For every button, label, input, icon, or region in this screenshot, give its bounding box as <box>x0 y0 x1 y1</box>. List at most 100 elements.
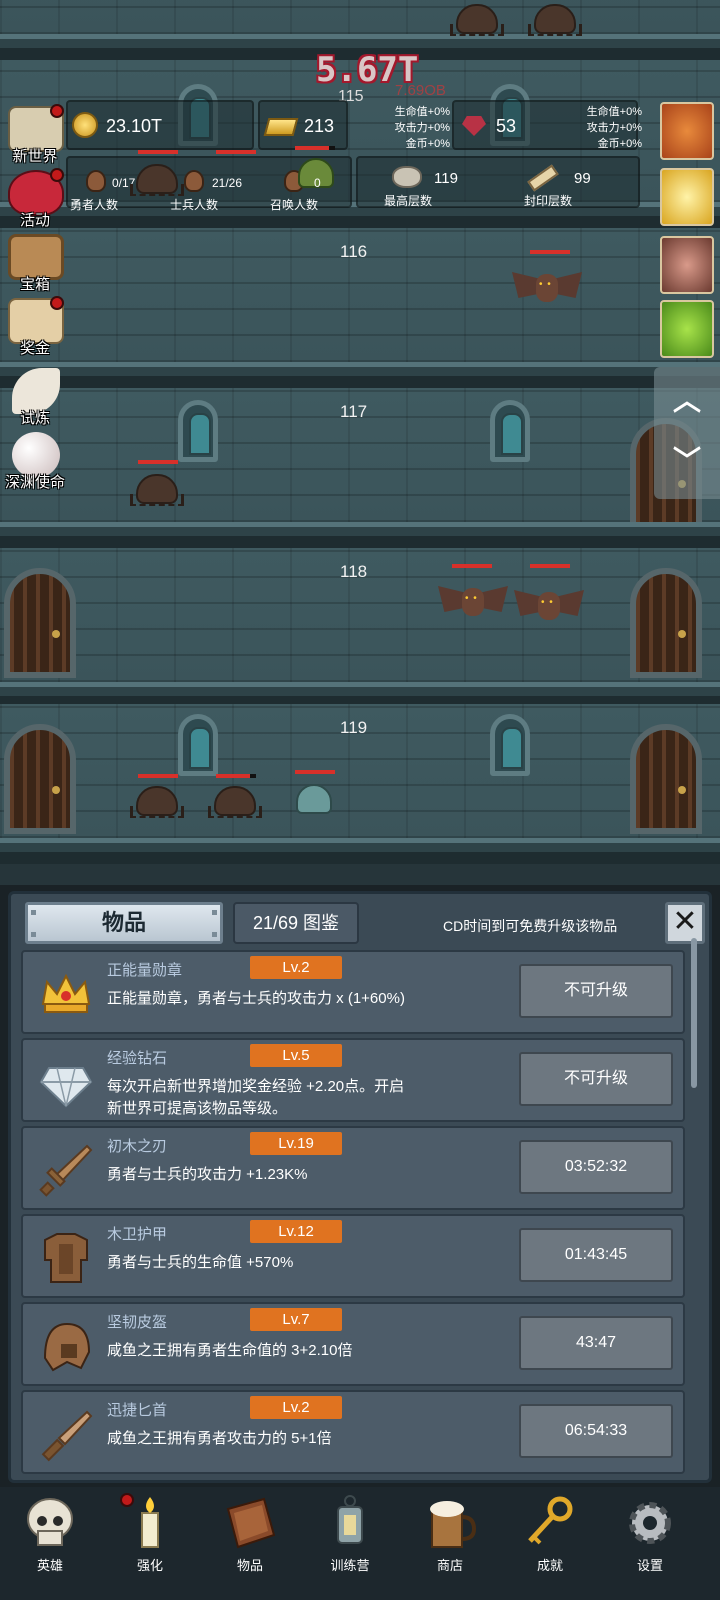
item-desc: 正能量勋章，勇者与士兵的攻击力 x (1+60%) <box>107 990 405 1007</box>
upgrade-timer-button[interactable]: 01:43:45 <box>519 1228 673 1282</box>
book-icon <box>220 1495 280 1551</box>
bonus-gold: 金币+0% <box>597 138 642 150</box>
list-scrollbar[interactable] <box>691 938 697 1088</box>
item-name: 坚韧皮盔 <box>107 1314 168 1331</box>
spider-monster[interactable] <box>208 786 262 818</box>
skull-icon <box>20 1495 80 1551</box>
floor-number: 118 <box>340 562 368 581</box>
bonus-gold: 金币+0% <box>405 138 450 150</box>
item-desc: 咸鱼之王拥有勇者攻击力的 5+1倍 <box>107 1430 332 1447</box>
crown-medal-icon <box>37 966 95 1022</box>
gear-icon <box>620 1495 680 1551</box>
armor-icon <box>37 1230 95 1286</box>
slime-monster[interactable] <box>296 784 332 814</box>
rivet <box>212 910 217 915</box>
nav-items[interactable]: 物品 <box>200 1487 300 1600</box>
level-badge: Lv.12 <box>250 1220 342 1243</box>
floor-116: 116 <box>0 228 720 388</box>
level-badge: Lv.5 <box>250 1044 342 1067</box>
spider-monster[interactable] <box>130 164 184 196</box>
codex-button[interactable]: 21/69 图鉴 <box>233 902 359 944</box>
notification-dot <box>120 1493 134 1507</box>
candle-buff-button[interactable] <box>660 168 714 226</box>
side-label: 新世界 <box>12 148 58 165</box>
soldiers-count: 21/26 <box>212 176 243 190</box>
nav-heroes[interactable]: 英雄 <box>0 1487 100 1600</box>
gem-value: 53 <box>496 116 517 136</box>
nav-settings[interactable]: 设置 <box>600 1487 700 1600</box>
nav-achievements[interactable]: 成就 <box>500 1487 600 1600</box>
soldiers-label: 士兵人数 <box>170 198 219 212</box>
floor-ledge <box>0 838 720 864</box>
meat-buff-button[interactable] <box>660 236 714 294</box>
side-btn-new-world[interactable]: 新世界 <box>2 104 68 166</box>
side-label: 试炼 <box>19 410 50 427</box>
bonus-atk: 攻击力+0% <box>586 122 642 134</box>
upgrade-timer-button[interactable]: 43:47 <box>519 1316 673 1370</box>
floor-number: 117 <box>340 402 368 421</box>
side-btn-abyss[interactable]: 深渊使命 <box>2 430 68 492</box>
enemy-hp-bar <box>138 460 178 464</box>
dagger-icon <box>37 1406 95 1462</box>
soldier-icon <box>184 170 204 192</box>
wooden-sword-icon <box>37 1142 95 1198</box>
rivet <box>31 932 36 937</box>
side-btn-activity[interactable]: 活动 <box>2 168 68 230</box>
level-badge: Lv.2 <box>250 1396 342 1419</box>
chevron-down-icon[interactable]: ﹀ <box>654 439 720 479</box>
side-btn-trial[interactable]: 试炼 <box>2 366 68 428</box>
floor-117: 117 <box>0 388 720 548</box>
item-name: 经验钻石 <box>107 1050 168 1067</box>
gold-value: 23.10T <box>106 116 163 136</box>
item-row: 坚韧皮盔 Lv.7 咸鱼之王拥有勇者生命值的 3+2.10倍 43:47 <box>21 1302 685 1386</box>
window <box>490 714 530 776</box>
upgrade-timer-button[interactable]: 03:52:32 <box>519 1140 673 1194</box>
enemy-hp-bar <box>138 150 178 154</box>
level-badge: Lv.19 <box>250 1132 342 1155</box>
nav-shop[interactable]: 商店 <box>400 1487 500 1600</box>
bonus-hp: 生命值+0% <box>394 106 450 118</box>
close-icon[interactable]: ✕ <box>665 902 705 944</box>
spider-monster[interactable] <box>450 4 504 36</box>
spider-monster[interactable] <box>130 474 184 506</box>
nav-label: 商店 <box>436 1558 463 1573</box>
bat-monster[interactable] <box>438 582 508 624</box>
nav-label: 强化 <box>136 1558 163 1573</box>
window <box>178 400 218 462</box>
item-list[interactable]: 正能量勋章 Lv.2 正能量勋章，勇者与士兵的攻击力 x (1+60%) 不可升… <box>21 950 685 1480</box>
pumpkin-buff-button[interactable] <box>660 102 714 160</box>
bonus-stats-right: 生命值+0% 攻击力+0% 金币+0% <box>572 104 642 152</box>
item-desc: 勇者与士兵的攻击力 +1.23K% <box>107 1166 308 1183</box>
door <box>4 568 76 678</box>
bat-monster[interactable] <box>514 586 584 628</box>
upgrade-timer-button[interactable]: 06:54:33 <box>519 1404 673 1458</box>
nav-enhance[interactable]: 强化 <box>100 1487 200 1600</box>
item-row: 初木之刃 Lv.19 勇者与士兵的攻击力 +1.23K% 03:52:32 <box>21 1126 685 1210</box>
side-label: 宝箱 <box>19 276 50 293</box>
item-row: 迅捷匕首 Lv.2 咸鱼之王拥有勇者攻击力的 5+1倍 06:54:33 <box>21 1390 685 1474</box>
enemy-hp-bar <box>138 774 178 778</box>
bonus-stats-left: 生命值+0% 攻击力+0% 金币+0% <box>380 104 450 152</box>
side-btn-bonus[interactable]: 奖金 <box>2 296 68 358</box>
chevron-up-icon[interactable]: ︿ <box>654 379 720 419</box>
items-panel: 物品 21/69 图鉴 CD时间到可免费升级该物品 ✕ 正能量勋章 Lv.2 正… <box>8 891 712 1483</box>
level-badge: Lv.7 <box>250 1308 342 1331</box>
nav-label: 物品 <box>236 1558 263 1573</box>
gold-bar-value: 213 <box>304 116 335 136</box>
upgrade-button[interactable]: 不可升级 <box>519 964 673 1018</box>
enemy-hp-bar <box>295 770 335 774</box>
nav-training[interactable]: 训练营 <box>300 1487 400 1600</box>
upgrade-button[interactable]: 不可升级 <box>519 1052 673 1106</box>
item-row: 经验钻石 Lv.5 每次开启新世界增加奖金经验 +2.20点。开启新世界可提高该… <box>21 1038 685 1122</box>
slime-buff-button[interactable] <box>660 300 714 358</box>
stone-tablet-icon <box>392 166 422 188</box>
sealed-floor-value: 99 <box>574 170 591 187</box>
leather-helmet-icon <box>37 1318 95 1374</box>
bat-monster[interactable] <box>512 268 582 310</box>
spider-monster[interactable] <box>130 786 184 818</box>
spider-monster[interactable] <box>528 4 582 36</box>
side-btn-chest[interactable]: 宝箱 <box>2 232 68 294</box>
floor-number: 119 <box>340 718 368 737</box>
gold-bar-icon <box>263 118 299 136</box>
item-name: 正能量勋章 <box>107 962 183 979</box>
